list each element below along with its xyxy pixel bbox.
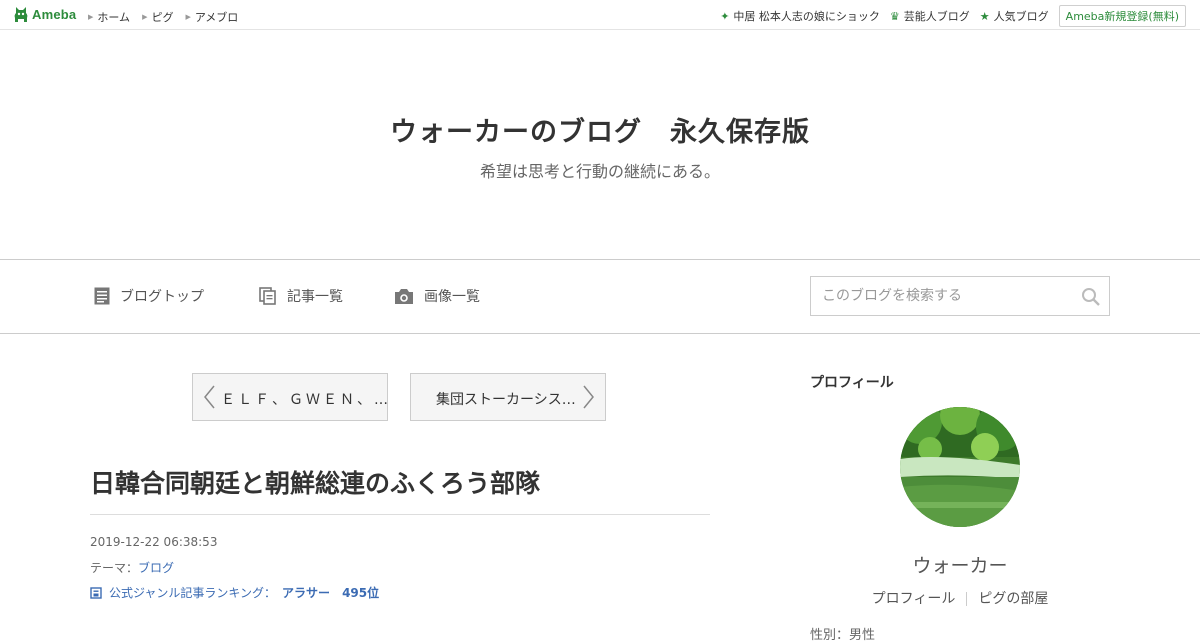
global-header: Ameba ▶ ホーム ▶ ピグ ▶ アメブロ ✦ 中居 松本人志の娘にショック ♛ …: [0, 0, 1200, 30]
caret-right-icon: ▶: [142, 13, 148, 21]
profile-links: プロフィール ピグの部屋: [810, 588, 1110, 608]
popular-blog-label: 人気ブログ: [993, 10, 1049, 23]
nav-article-list-label: 記事一覧: [287, 289, 343, 305]
divider: [966, 592, 968, 606]
blog-search: [810, 276, 1110, 316]
next-article-label: 集団ストーカーシス…: [436, 392, 576, 408]
nav-image-list-label: 画像一覧: [424, 289, 480, 305]
chevron-left-icon: [203, 384, 215, 415]
blog-subtitle: 希望は思考と行動の継続にある。: [479, 162, 720, 181]
article-title[interactable]: 日韓合同朝廷と朝鮮総連のふくろう部隊: [90, 464, 540, 500]
star-icon: ★: [979, 9, 990, 23]
global-nav-ameblo[interactable]: ▶ アメブロ: [185, 9, 238, 25]
pigg-room-link[interactable]: ピグの部屋: [978, 591, 1048, 607]
global-nav-pigg[interactable]: ▶ ピグ: [142, 9, 173, 25]
camera-icon: [395, 288, 413, 304]
divider: [90, 514, 710, 515]
search-input[interactable]: [811, 277, 1082, 315]
signup-button[interactable]: Ameba新規登録(無料): [1058, 5, 1186, 27]
blog-top-icon: [94, 287, 110, 305]
celebrity-blog-label: 芸能人ブログ: [903, 10, 970, 23]
blog-header: ウォーカーのブログ 永久保存版 希望は思考と行動の継続にある。: [0, 30, 1200, 259]
profile-name[interactable]: ウォーカー: [810, 551, 1110, 578]
prev-article-label: ＥＬＦ、ＧＷＥＮ、…: [221, 392, 391, 408]
ranking-link[interactable]: 公式ジャンル記事ランキング： アラサー 495位: [90, 584, 379, 601]
search-icon[interactable]: [1081, 287, 1101, 307]
article-list-icon: [259, 287, 276, 305]
ranking-icon: [90, 586, 102, 599]
blog-nav: ブログトップ 記事一覧 画像一覧: [0, 259, 1200, 334]
avatar-image: [900, 407, 1020, 527]
theme-link[interactable]: ブログ: [138, 561, 174, 575]
caret-right-icon: ▶: [185, 13, 191, 21]
ranking-label: 公式ジャンル記事ランキング：: [109, 586, 277, 600]
nav-blog-top-label: ブログトップ: [120, 289, 204, 305]
popular-blog-link[interactable]: ★ 人気ブログ: [980, 8, 1049, 24]
profile-heading: プロフィール: [810, 375, 894, 391]
crown-icon: ♛: [889, 9, 900, 23]
global-header-right: ✦ 中居 松本人志の娘にショック ♛ 芸能人ブログ ★ 人気ブログ Ameba新…: [720, 5, 1186, 27]
avatar[interactable]: [900, 407, 1020, 527]
profile-link[interactable]: プロフィール: [872, 591, 956, 607]
ameba-logo-text: Ameba: [32, 7, 77, 22]
trending-topic-label: 中居 松本人志の娘にショック: [733, 10, 880, 23]
profile-gender: 性別：男性: [810, 628, 876, 643]
nav-article-list[interactable]: 記事一覧: [259, 286, 343, 306]
global-nav-label: アメブロ: [194, 11, 239, 24]
global-nav-home[interactable]: ▶ ホーム: [88, 9, 130, 25]
chevron-right-icon: [583, 384, 595, 415]
ameba-logo[interactable]: Ameba: [13, 6, 76, 23]
ranking-position: 495位: [342, 586, 380, 600]
global-nav-label: ピグ: [151, 11, 174, 24]
global-nav-label: ホーム: [97, 11, 131, 24]
caret-right-icon: ▶: [88, 13, 94, 21]
nav-blog-top[interactable]: ブログトップ: [94, 286, 204, 306]
theme-prefix: テーマ：: [90, 561, 139, 575]
article-theme: テーマ：ブログ: [90, 559, 174, 576]
celebrity-blog-link[interactable]: ♛ 芸能人ブログ: [890, 8, 970, 24]
article-date: 2019-12-22 06:38:53: [90, 535, 218, 549]
blog-title[interactable]: ウォーカーのブログ 永久保存版: [0, 110, 1200, 149]
global-nav: ▶ ホーム ▶ ピグ ▶ アメブロ: [88, 9, 250, 25]
next-article-button[interactable]: 集団ストーカーシス…: [410, 373, 606, 421]
prev-article-button[interactable]: ＥＬＦ、ＧＷＥＮ、…: [192, 373, 388, 421]
trending-topic-link[interactable]: ✦ 中居 松本人志の娘にショック: [720, 8, 880, 24]
ranking-genre: アラサー: [282, 586, 331, 600]
sparkle-icon: ✦: [720, 9, 730, 23]
nav-image-list[interactable]: 画像一覧: [394, 286, 480, 306]
ameba-logo-icon: [14, 7, 28, 22]
